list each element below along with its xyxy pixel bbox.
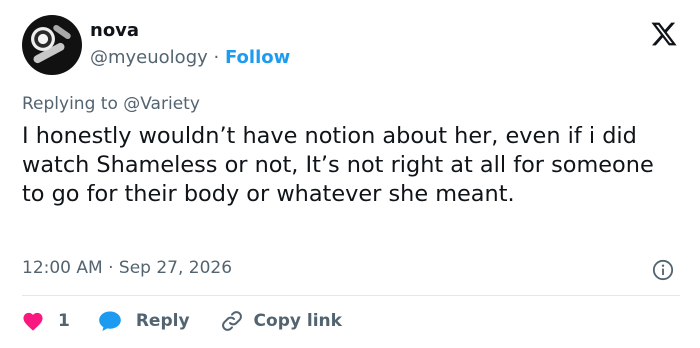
avatar[interactable] <box>22 15 82 75</box>
replying-to-mention[interactable]: @Variety <box>123 94 200 114</box>
speech-bubble-icon <box>99 311 121 331</box>
x-logo-icon[interactable] <box>650 20 678 48</box>
link-icon <box>221 311 242 331</box>
separator-dot: · <box>213 47 220 68</box>
follow-button[interactable]: Follow <box>225 47 290 68</box>
divider <box>22 295 680 296</box>
action-bar: 1 Reply Copy link <box>22 308 342 334</box>
author-name[interactable]: nova <box>90 20 139 41</box>
copy-link-label: Copy link <box>253 311 342 331</box>
avatar-highlight <box>52 23 72 41</box>
reply-button[interactable]: Reply <box>98 310 190 332</box>
like-button[interactable]: 1 <box>22 311 70 331</box>
author-handle-line: @myeuology · Follow <box>90 47 290 68</box>
like-count: 1 <box>58 311 70 331</box>
info-icon[interactable] <box>652 259 674 281</box>
author-handle[interactable]: @myeuology <box>90 47 208 68</box>
reply-label: Reply <box>135 311 190 331</box>
heart-icon <box>23 312 43 331</box>
avatar-highlight <box>32 41 66 65</box>
replying-prefix: Replying to <box>22 94 118 114</box>
copy-link-button[interactable]: Copy link <box>220 309 342 333</box>
replying-to-line: Replying to @Variety <box>22 94 200 114</box>
tweet-text: I honestly wouldn’t have notion about he… <box>22 123 654 207</box>
tweet-timestamp[interactable]: 12:00 AM · Sep 27, 2026 <box>22 258 232 278</box>
